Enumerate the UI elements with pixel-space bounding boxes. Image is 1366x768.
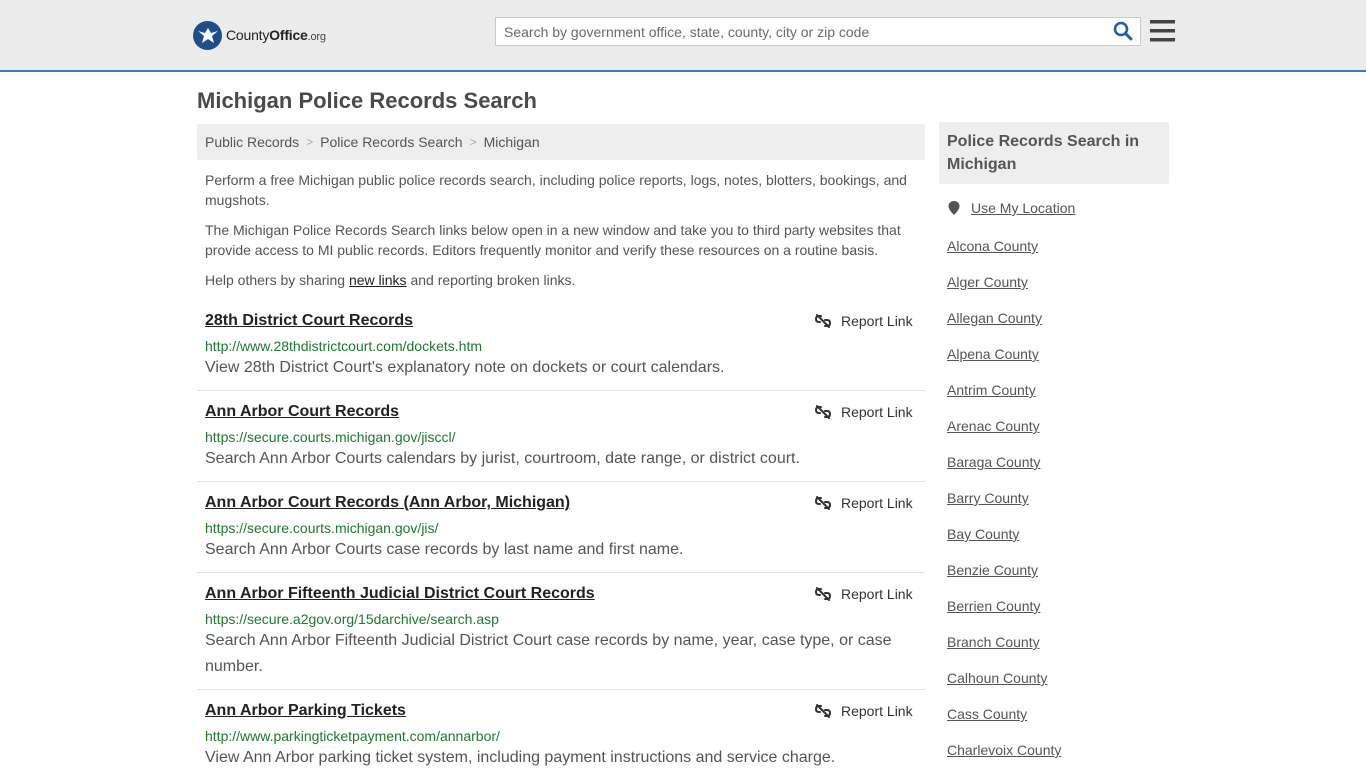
breadcrumb-police-records-search[interactable]: Police Records Search <box>320 134 462 150</box>
use-my-location-label: Use My Location <box>971 200 1076 216</box>
logo-tld: .org <box>307 31 326 43</box>
broken-link-icon <box>815 405 831 419</box>
result-item: Ann Arbor Fifteenth Judicial District Co… <box>197 573 925 690</box>
breadcrumb-separator-icon: > <box>469 135 477 149</box>
result-title-link[interactable]: Ann Arbor Court Records (Ann Arbor, Mich… <box>205 494 570 512</box>
result-item: Ann Arbor Parking Tickets Report Link ht… <box>197 690 925 768</box>
report-link-button[interactable]: Report Link <box>815 586 913 602</box>
county-link-alger[interactable]: Alger County <box>947 274 1028 290</box>
result-title-link[interactable]: Ann Arbor Court Records <box>205 403 399 421</box>
logo-text: CountyOffice.org <box>226 27 326 43</box>
logo-name-county: County <box>226 27 270 43</box>
county-link-benzie[interactable]: Benzie County <box>947 562 1038 578</box>
intro-paragraph-3: Help others by sharing new links and rep… <box>205 270 917 290</box>
result-description: Search Ann Arbor Courts case records by … <box>205 541 684 558</box>
intro-paragraph-1: Perform a free Michigan public police re… <box>205 172 907 208</box>
result-url: https://secure.a2gov.org/15darchive/sear… <box>205 611 499 627</box>
county-link-antrim[interactable]: Antrim County <box>947 382 1036 398</box>
report-link-label: Report Link <box>841 404 913 420</box>
use-my-location-link[interactable]: Use My Location <box>947 200 1075 216</box>
result-description: Search Ann Arbor Courts calendars by jur… <box>205 450 800 467</box>
broken-link-icon <box>815 587 831 601</box>
report-link-button[interactable]: Report Link <box>815 703 913 719</box>
site-header: CountyOffice.org <box>0 0 1366 72</box>
breadcrumb-separator-icon: > <box>306 135 314 149</box>
search-input[interactable] <box>496 18 1106 45</box>
result-title-link[interactable]: Ann Arbor Fifteenth Judicial District Co… <box>205 585 595 603</box>
report-link-button[interactable]: Report Link <box>815 404 913 420</box>
county-link-allegan[interactable]: Allegan County <box>947 310 1042 326</box>
report-link-label: Report Link <box>841 313 913 329</box>
county-link-bay[interactable]: Bay County <box>947 526 1019 542</box>
result-url: http://www.28thdistrictcourt.com/dockets… <box>205 338 482 354</box>
intro-help-prefix: Help others by sharing <box>205 272 349 288</box>
result-description: View Ann Arbor parking ticket system, in… <box>205 749 836 766</box>
search-bar <box>495 17 1141 46</box>
breadcrumb-michigan[interactable]: Michigan <box>484 134 540 150</box>
report-link-button[interactable]: Report Link <box>815 313 913 329</box>
county-link-branch[interactable]: Branch County <box>947 634 1040 650</box>
result-item: 28th District Court Records Report Link … <box>197 300 925 391</box>
logo-name-office: Office <box>269 27 308 43</box>
page-title: Michigan Police Records Search <box>197 88 537 113</box>
county-link-alpena[interactable]: Alpena County <box>947 346 1039 362</box>
result-url: http://www.parkingticketpayment.com/anna… <box>205 728 500 744</box>
new-links-link[interactable]: new links <box>349 272 407 288</box>
report-link-label: Report Link <box>841 703 913 719</box>
search-icon <box>1113 21 1133 41</box>
breadcrumb-public-records[interactable]: Public Records <box>205 134 299 150</box>
broken-link-icon <box>815 496 831 510</box>
breadcrumb: Public Records > Police Records Search >… <box>197 124 925 160</box>
result-title-link[interactable]: 28th District Court Records <box>205 312 413 330</box>
county-link-arenac[interactable]: Arenac County <box>947 418 1040 434</box>
county-link-alcona[interactable]: Alcona County <box>947 238 1038 254</box>
county-link-berrien[interactable]: Berrien County <box>947 598 1040 614</box>
broken-link-icon <box>815 704 831 718</box>
intro-paragraph-2: The Michigan Police Records Search links… <box>205 222 901 258</box>
search-button[interactable] <box>1112 21 1134 43</box>
site-logo[interactable]: CountyOffice.org <box>193 20 326 50</box>
report-link-label: Report Link <box>841 495 913 511</box>
result-item: Ann Arbor Court Records (Ann Arbor, Mich… <box>197 482 925 573</box>
report-link-button[interactable]: Report Link <box>815 495 913 511</box>
result-title-link[interactable]: Ann Arbor Parking Tickets <box>205 702 406 720</box>
county-link-baraga[interactable]: Baraga County <box>947 454 1040 470</box>
sidebar-header: Police Records Search in Michigan <box>939 122 1169 184</box>
result-url: https://secure.courts.michigan.gov/jiscc… <box>205 429 456 445</box>
result-description: Search Ann Arbor Fifteenth Judicial Dist… <box>205 632 892 675</box>
broken-link-icon <box>815 314 831 328</box>
intro-help-suffix: and reporting broken links. <box>406 272 576 288</box>
county-link-barry[interactable]: Barry County <box>947 490 1029 506</box>
map-pin-icon <box>948 201 960 215</box>
hamburger-menu-button[interactable] <box>1149 19 1176 43</box>
result-url: https://secure.courts.michigan.gov/jis/ <box>205 520 439 536</box>
result-item: Ann Arbor Court Records Report Link http… <box>197 391 925 482</box>
result-description: View 28th District Court's explanatory n… <box>205 359 725 376</box>
eagle-seal-icon <box>193 20 222 50</box>
county-link-calhoun[interactable]: Calhoun County <box>947 670 1047 686</box>
report-link-label: Report Link <box>841 586 913 602</box>
county-link-charlevoix[interactable]: Charlevoix County <box>947 742 1061 758</box>
county-link-cass[interactable]: Cass County <box>947 706 1027 722</box>
hamburger-icon <box>1150 20 1175 42</box>
